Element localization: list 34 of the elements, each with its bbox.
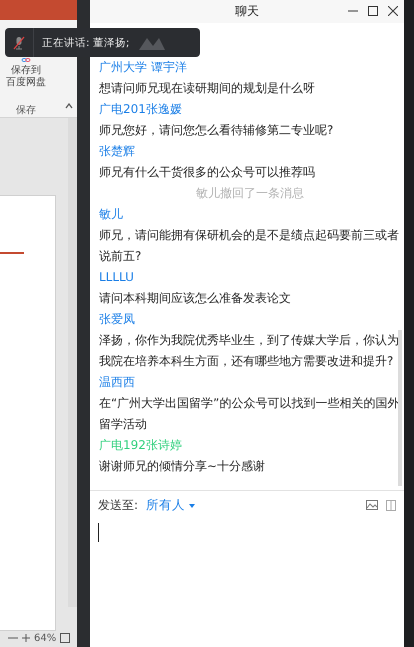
fit-slide-icon[interactable]: [60, 633, 70, 643]
group-label: 保存: [15, 104, 37, 117]
slide-rule-drawing: [0, 252, 24, 254]
sender-name: 温西西: [99, 374, 135, 391]
collapse-icon[interactable]: [65, 103, 73, 109]
caret-icon: [189, 504, 196, 508]
sender-name: 张爱凤: [99, 311, 135, 328]
sender-name: 敏儿: [99, 206, 123, 223]
scrollbar[interactable]: [68, 118, 77, 607]
sender-name: 张楚辉: [99, 143, 135, 160]
message-text: 想请问师兄现在读研期间的规划是什么呀: [99, 80, 316, 97]
recall-notice: 敏儿撤回了一条消息: [196, 185, 304, 202]
zoom-slider-icon[interactable]: [8, 634, 30, 642]
message-text: 泽扬，你作为我院优秀毕业生，到了传媒大学后，你认为我院在培养本科生方面，还有哪些地方需要改进和提升?: [99, 332, 400, 370]
message-text: 在“广州大学出国留学”的公众号可以找到一些相关的国外留学活动: [99, 395, 400, 433]
sender-name: 广电201张逸媛: [99, 101, 182, 118]
message-text: 师兄有什么干货很多的公众号可以推荐吗: [99, 164, 316, 181]
window-title: 聊天: [235, 3, 259, 20]
message-text: 请问本科期间应该怎么准备发表论文: [99, 290, 292, 307]
maximize-icon[interactable]: [368, 6, 378, 16]
image-icon[interactable]: [366, 500, 378, 510]
save-to-cloud-label[interactable]: 保存到 百度网盘: [6, 65, 46, 89]
scrollbar[interactable]: [398, 330, 402, 486]
send-to-label: 发送至:: [98, 497, 138, 514]
speaker-text: 正在讲话: 董泽扬;: [42, 36, 130, 50]
zoom-level: 64%: [34, 632, 56, 644]
recipient-dropdown[interactable]: 所有人: [146, 497, 196, 514]
close-icon[interactable]: [388, 6, 398, 16]
message-text: 师兄您好，请问您怎么看待辅修第二专业呢?: [99, 122, 334, 139]
sender-name: 广电192张诗婷: [99, 437, 182, 454]
sender-name: 广州大学 谭宇洋: [99, 59, 187, 76]
sender-name: LLLLU: [99, 269, 134, 286]
message-text: 师兄，请问能拥有保研机会的是不是绩点起码要前三或者说前五?: [99, 227, 400, 265]
message-text: 谢谢师兄的倾情分享~十分感谢: [99, 458, 266, 475]
